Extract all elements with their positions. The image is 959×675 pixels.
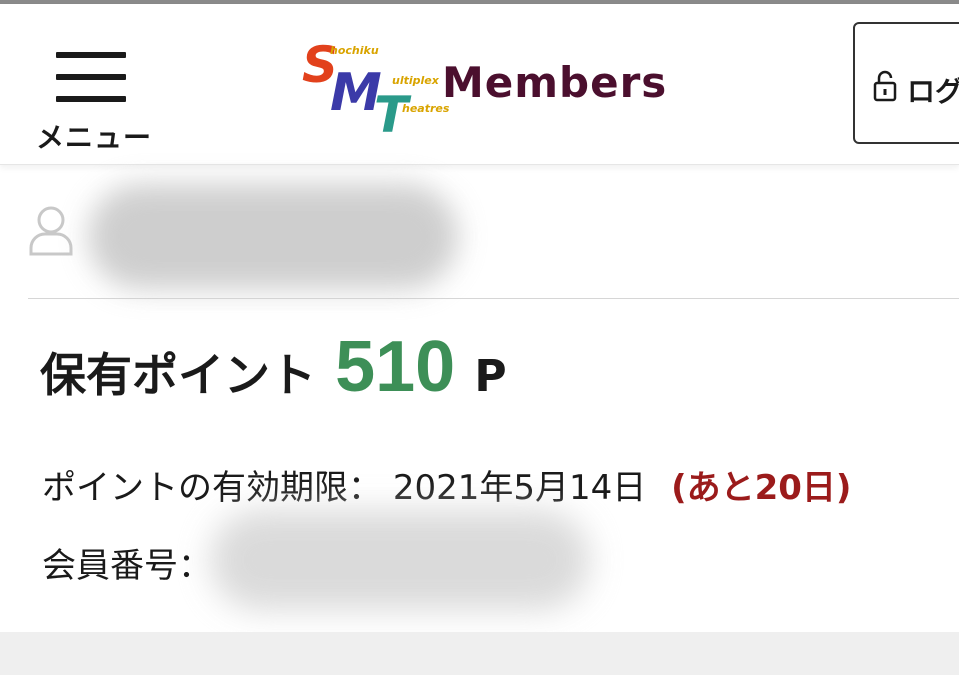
points-unit: P [474,351,507,402]
user-info-row [28,170,959,299]
logo-members-text: Members [442,58,668,107]
points-value: 510 [335,327,456,407]
smt-members-logo[interactable]: S hochiku M ultiplex T heatres Members [300,36,700,136]
menu-button[interactable]: メニュー [30,42,160,154]
expiry-date: 2021年5月14日 [392,468,647,508]
points-summary: 保有ポイント 510 P [40,326,507,416]
site-header: メニュー S hochiku M ultiplex T heatres Memb… [0,4,959,165]
login-button[interactable]: ログ [853,22,959,144]
unlock-icon [873,70,897,102]
smt-logo-mark: S hochiku M ultiplex T heatres [302,36,450,136]
login-label: ログ [907,75,959,108]
points-label: 保有ポイント [40,348,316,402]
member-number: 会員番号： [42,538,212,587]
hamburger-icon [56,52,126,102]
svg-text:hochiku: hochiku [330,44,379,57]
expiry-label: ポイントの有効期限： [42,468,382,508]
page-footer-band [0,632,959,675]
user-outline-icon [29,206,73,256]
member-number-label: 会員番号： [42,546,212,586]
redacted-user-name [88,184,458,289]
expiry-remaining: (あと20日) [671,468,852,508]
redacted-member-number [210,510,590,610]
menu-label: メニュー [36,121,153,154]
points-expiry: ポイントの有効期限： 2021年5月14日 (あと20日) [42,460,851,509]
